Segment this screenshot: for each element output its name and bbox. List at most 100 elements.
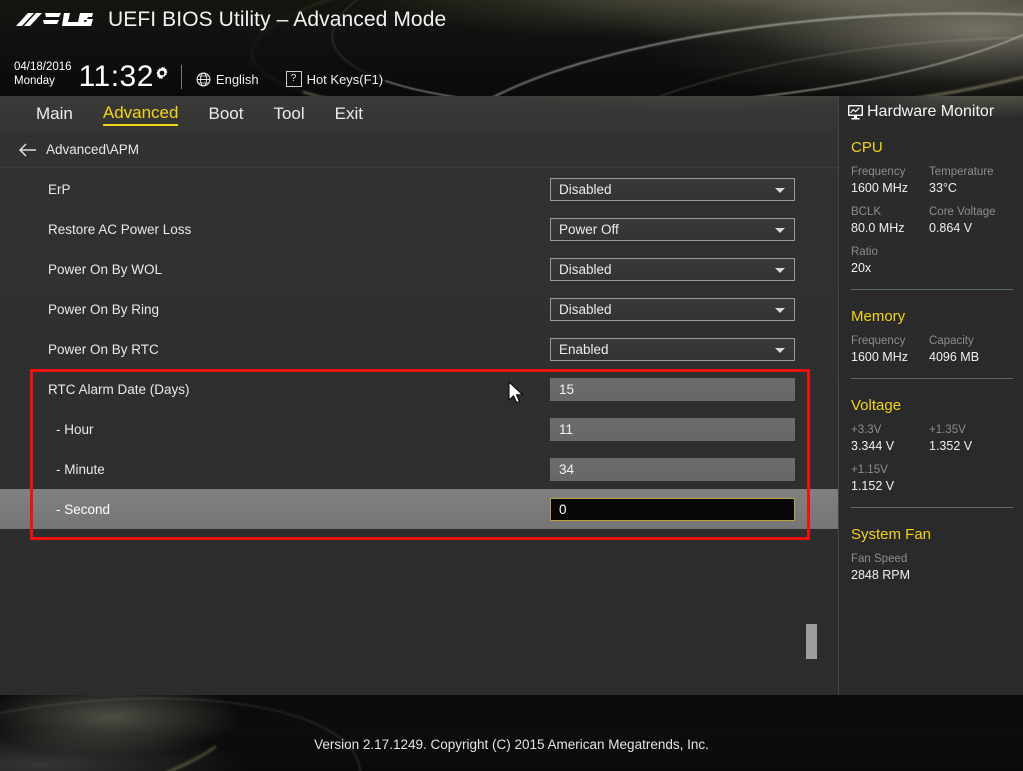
chevron-down-icon [775,347,785,353]
tab-tool[interactable]: Tool [273,104,304,125]
hm-divider [851,289,1013,290]
current-date: 04/18/2016 [14,61,72,73]
hm-divider [851,378,1013,379]
hm-entry-key: Temperature [929,166,994,178]
setting-value: Disabled [559,181,612,197]
hm-entry-value: 80.0 MHz [851,221,905,235]
header-decoration-swoosh [552,7,1023,96]
chevron-down-icon [775,307,785,313]
hm-entry-value: 1600 MHz [851,350,908,364]
hm-section-title: System Fan [851,526,932,543]
hm-entry: Temperature 33°C [929,165,1007,196]
header-banner: UEFI BIOS Utility – Advanced Mode 04/18/… [0,0,1023,96]
hm-entry-key: +1.15V [851,464,888,476]
header-status-bar: 04/18/2016 Monday 11:32 English ? Hot Ke… [14,54,383,92]
setting-value: Power Off [559,221,619,237]
setting-row[interactable]: Power On By WOL Disabled [0,249,838,289]
language-button[interactable]: English [196,72,259,87]
setting-row[interactable]: ErP Disabled [0,169,838,209]
hm-section-title: CPU [851,139,883,156]
chevron-down-icon [775,227,785,233]
hardware-monitor-header: Hardware Monitor [839,96,1023,121]
header-divider [180,65,182,89]
hm-divider [851,507,1013,508]
footer-decoration-swoosh [0,695,252,771]
hm-entry-key: Fan Speed [851,553,908,565]
setting-row[interactable]: - Second 0 [0,489,838,529]
setting-text-input[interactable]: 15 [550,377,795,401]
setting-dropdown[interactable]: Disabled [550,297,795,321]
setting-dropdown[interactable]: Disabled [550,177,795,201]
tab-main[interactable]: Main [36,104,73,125]
setting-row[interactable]: RTC Alarm Date (Days) 15 [0,369,838,409]
hm-section: CPU Frequency 1600 MHz Temperature 33°C BCLK 8… [839,139,1023,285]
setting-value: 15 [559,381,575,397]
hm-entry-key: Capacity [929,335,974,347]
setting-dropdown[interactable]: Power Off [550,217,795,241]
hm-entry: Frequency 1600 MHz [851,165,929,196]
setting-text-input[interactable]: 0 [550,497,795,521]
uefi-bios-screen: UEFI BIOS Utility – Advanced Mode 04/18/… [0,0,1023,771]
hm-entry-value: 2848 RPM [851,568,911,582]
hm-entry-value: 0.864 V [929,221,973,235]
monitor-chart-icon [847,104,864,120]
back-arrow-icon[interactable] [18,141,38,159]
hardware-monitor-body: CPU Frequency 1600 MHz Temperature 33°C BCLK 8… [839,139,1023,592]
main-tab-bar: Main Advanced Boot Tool Exit [0,96,838,132]
asus-logo [14,10,94,34]
date-block: 04/18/2016 Monday [14,61,72,92]
chevron-down-icon [775,187,785,193]
hm-entry-key: Ratio [851,246,878,258]
settings-row-list: ErP Disabled Restore AC Power Loss Power Of… [0,169,838,529]
breadcrumb: Advanced\APM [0,132,838,168]
setting-value: Disabled [559,301,612,317]
setting-text-input[interactable]: 34 [550,457,795,481]
hm-entry-value: 20x [851,261,872,275]
question-mark-icon: ? [285,71,302,87]
setting-row[interactable]: - Hour 11 [0,409,838,449]
hm-entry-grid: +3.3V 3.344 V +1.35V 1.352 V +1.15V 1.152 V [851,423,1023,503]
hm-entry: +3.3V 3.344 V [851,423,929,454]
setting-row[interactable]: - Minute 34 [0,449,838,489]
page-title: UEFI BIOS Utility – Advanced Mode [108,8,447,31]
hm-entry-value: 1.352 V [929,439,973,453]
setting-label: - Minute [56,461,105,477]
setting-dropdown[interactable]: Enabled [550,337,795,361]
hm-entry: Ratio 20x [851,245,929,276]
setting-label: - Second [56,501,111,517]
tab-boot[interactable]: Boot [208,104,243,125]
chevron-down-icon [775,267,785,273]
globe-icon [196,72,211,87]
hm-entry-value: 1600 MHz [851,181,908,195]
setting-label: ErP [48,181,71,197]
setting-row[interactable]: Power On By Ring Disabled [0,289,838,329]
scrollbar-thumb[interactable] [806,624,817,659]
hm-section: Voltage +3.3V 3.344 V +1.35V 1.352 V +1.15V 1.… [839,397,1023,503]
setting-dropdown[interactable]: Disabled [550,257,795,281]
hm-entry: Capacity 4096 MB [929,334,1007,365]
tab-exit[interactable]: Exit [335,104,363,125]
hm-section-title: Memory [851,308,906,325]
hm-entry: BCLK 80.0 MHz [851,205,929,236]
hardware-monitor-title: Hardware Monitor [867,103,995,120]
footer-banner: Version 2.17.1249. Copyright (C) 2015 Am… [0,695,1023,771]
gear-icon[interactable] [155,66,169,80]
setting-row[interactable]: Restore AC Power Loss Power Off [0,209,838,249]
hm-entry: +1.35V 1.352 V [929,423,1007,454]
setting-label: Power On By Ring [48,301,160,317]
hm-entry: Frequency 1600 MHz [851,334,929,365]
header-decoration-swoosh [422,0,1023,96]
hm-entry-grid: Fan Speed 2848 RPM [851,552,1023,592]
setting-value: 34 [559,461,575,477]
hm-entry-key: Frequency [851,335,906,347]
hm-entry-key: BCLK [851,206,882,218]
hotkeys-button[interactable]: ? Hot Keys(F1) [285,71,383,87]
current-time: 11:32 [78,60,154,93]
hm-entry-key: Core Voltage [929,206,996,218]
tab-advanced[interactable]: Advanced [102,103,179,126]
setting-value: Disabled [559,261,612,277]
setting-row[interactable]: Power On By RTC Enabled [0,329,838,369]
hm-entry: +1.15V 1.152 V [851,463,929,494]
setting-value: 0 [559,501,567,517]
setting-text-input[interactable]: 11 [550,417,795,441]
